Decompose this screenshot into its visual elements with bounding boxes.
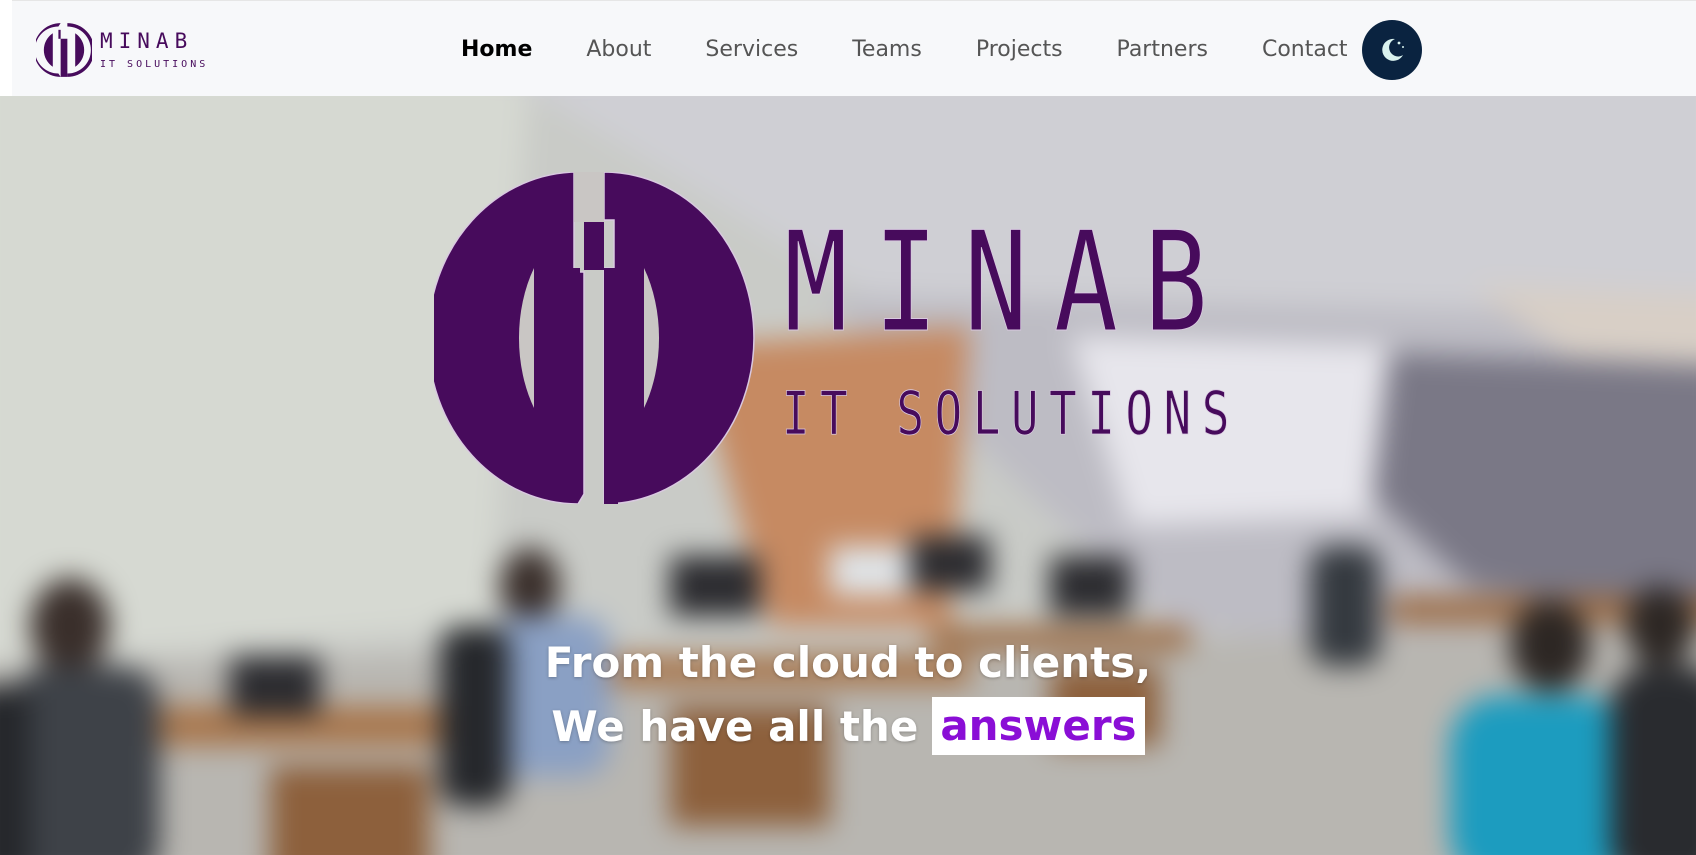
moon-icon	[1382, 38, 1404, 61]
brand-name: MINAB	[100, 28, 194, 53]
tagline-line-1: From the cloud to clients,	[544, 638, 1152, 687]
hero-logo-mark-icon	[434, 172, 755, 504]
tagline-line-2: We have all the answers	[0, 697, 1696, 755]
nav-teams[interactable]: Teams	[852, 37, 922, 62]
navbar: MINAB IT SOLUTIONS Home About Services T…	[12, 0, 1696, 96]
theme-toggle-button[interactable]	[1362, 20, 1422, 80]
nav-projects[interactable]: Projects	[976, 37, 1063, 62]
nav-partners[interactable]: Partners	[1117, 37, 1208, 62]
hero-logo-name: MINAB	[784, 202, 1234, 363]
tagline-highlight: answers	[932, 697, 1145, 755]
minab-logo-icon	[36, 23, 92, 77]
hero-logo: MINAB IT SOLUTIONS	[434, 172, 1240, 504]
hero-section: MINAB IT SOLUTIONS From the cloud to cli…	[0, 96, 1696, 855]
nav-contact[interactable]: Contact	[1262, 37, 1348, 62]
nav-about[interactable]: About	[586, 37, 651, 62]
brand-logo-link[interactable]: MINAB IT SOLUTIONS	[36, 21, 208, 79]
main-nav: Home About Services Teams Projects Partn…	[461, 1, 1348, 97]
nav-services[interactable]: Services	[705, 37, 798, 62]
tagline-line-2-text: We have all the	[551, 701, 919, 751]
hero-logo-subtitle: IT SOLUTIONS	[782, 379, 1240, 449]
brand-subtitle: IT SOLUTIONS	[100, 58, 209, 70]
nav-home[interactable]: Home	[461, 37, 532, 62]
